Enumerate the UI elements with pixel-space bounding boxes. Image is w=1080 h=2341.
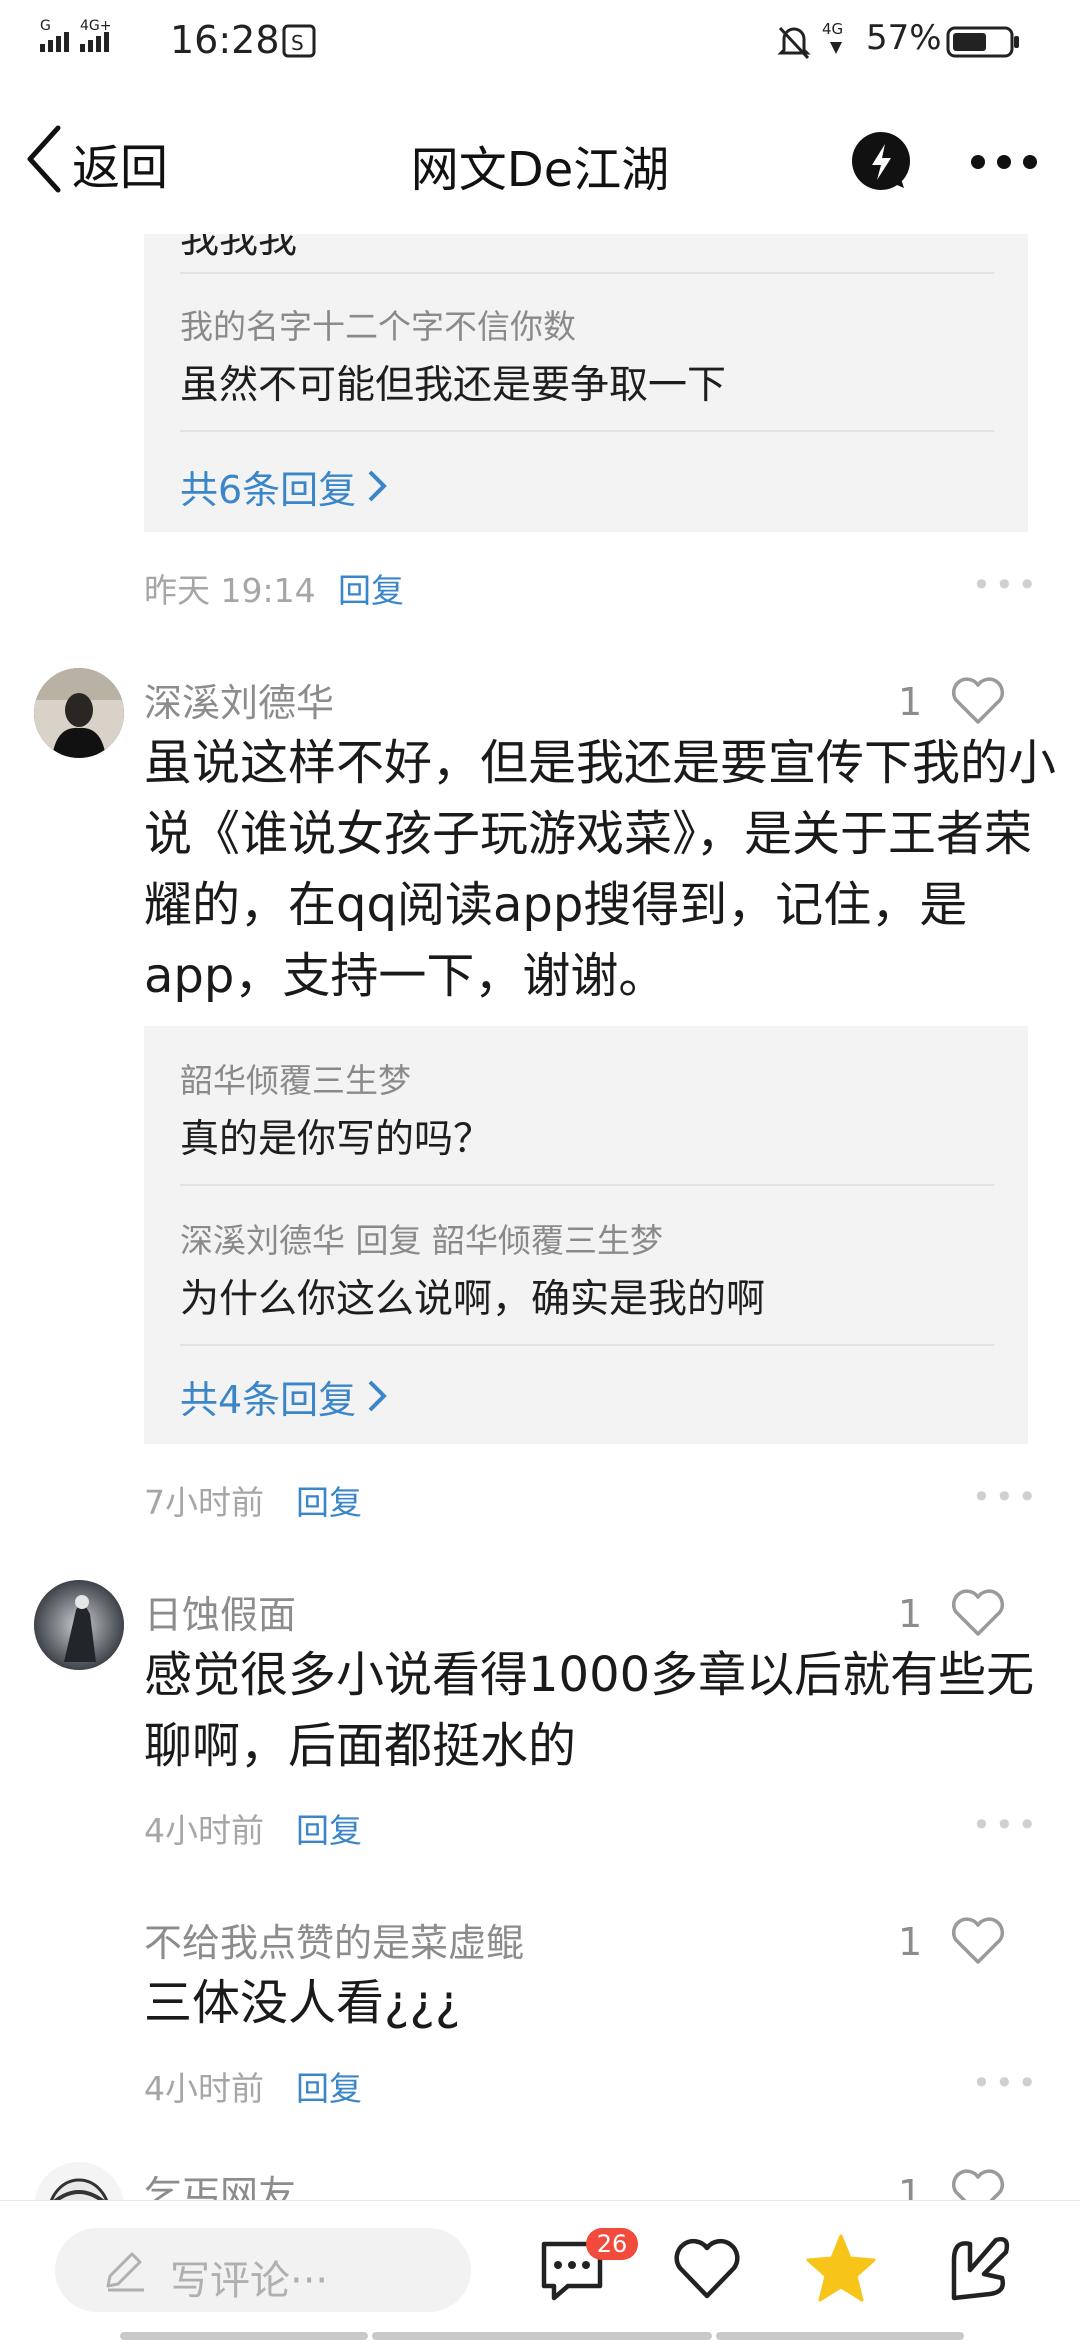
status-time: 16:28 [170, 18, 280, 62]
comment-more-button[interactable]: ••• [972, 2064, 1041, 2102]
gesture-bar [372, 2332, 712, 2340]
comment-time: 昨天 19:14 [144, 571, 316, 610]
reply-box: 韶华倾覆三生梦 真的是你写的吗？ 深溪刘德华 回复 韶华倾覆三生梦 为什么你这么… [144, 1026, 1028, 1444]
svg-text:4G: 4G [822, 20, 843, 38]
mobile-data-icon: 4G [822, 20, 843, 54]
divider [180, 430, 994, 432]
avatar[interactable] [34, 1580, 124, 1670]
more-replies-label: 共6条回复 [180, 467, 357, 512]
more-replies-link[interactable]: 共4条回复 [180, 1368, 388, 1424]
cellular-signal-icon: G 4G+ [40, 18, 112, 52]
pencil-icon [106, 2252, 144, 2292]
divider [180, 1344, 994, 1346]
chevron-right-icon [368, 470, 388, 502]
more-options-button[interactable] [968, 140, 1040, 184]
gesture-bar [716, 2332, 964, 2340]
comment-time: 4小时前 [144, 2069, 264, 2108]
comment-input-placeholder: 写评论··· [170, 2258, 329, 2304]
avatar[interactable] [34, 668, 124, 758]
reply-link[interactable]: 回复 [338, 564, 404, 612]
comment-more-button[interactable]: ••• [972, 1478, 1041, 1516]
chevron-right-icon [368, 1380, 388, 1412]
battery-percent: 57% [866, 18, 942, 58]
back-button[interactable]: 返回 [18, 118, 178, 202]
reply-author[interactable]: 我的名字十二个字不信你数 [180, 300, 576, 348]
status-bar: G 4G+ 16:28 S 4G 57% [0, 0, 1080, 84]
sim-icon: S [282, 24, 316, 58]
divider [180, 1184, 994, 1186]
reply-link[interactable]: 回复 [296, 1476, 362, 1524]
back-label: 返回 [72, 140, 169, 196]
heart-icon [674, 2238, 740, 2299]
divider [180, 272, 994, 274]
comment-author[interactable]: 日蚀假面 [144, 1584, 296, 1639]
comment-text: 三体没人看¿¿¿ [144, 1975, 461, 2031]
reply-author[interactable]: 韶华倾覆三生梦 [180, 1054, 411, 1102]
like-count: 1 [898, 1920, 923, 1964]
back-chevron-icon [27, 125, 61, 193]
reply-link[interactable]: 回复 [296, 1804, 362, 1852]
like-count: 1 [898, 1592, 923, 1636]
comment-author[interactable]: 不给我点赞的是菜虚鲲 [144, 1912, 524, 1967]
gesture-bar [120, 2332, 368, 2340]
mute-bell-icon [777, 26, 811, 60]
reply-author[interactable]: 深溪刘德华 回复 韶华倾覆三生梦 [180, 1214, 663, 1262]
reply-text: 真的是你写的吗？ [180, 1117, 493, 1162]
heart-outline-icon [951, 677, 1005, 724]
more-horizontal-icon [971, 155, 1037, 169]
favorite-button[interactable] [804, 2232, 878, 2308]
comment-author[interactable]: 深溪刘德华 [144, 672, 334, 727]
like-button[interactable] [950, 676, 1006, 730]
like-button[interactable] [950, 1588, 1006, 1642]
more-replies-label: 共4条回复 [180, 1377, 357, 1422]
more-replies-link[interactable]: 共6条回复 [180, 458, 388, 514]
battery-icon [946, 26, 1019, 58]
reply-text: 为什么你这么说啊，确实是我的啊 [180, 1277, 766, 1322]
svg-text:S: S [291, 31, 304, 55]
svg-text:G: G [40, 18, 51, 34]
star-icon [806, 2234, 876, 2302]
comment-time: 7小时前 [144, 1483, 264, 1522]
heart-outline-icon [951, 1917, 1005, 1964]
comment-text: 虽说这样不好，但是我还是要宣传下我的小说《谁说女孩子玩游戏菜》，是关于王者荣耀的… [144, 735, 1057, 1004]
avatar-image [34, 668, 124, 758]
share-button[interactable] [940, 2230, 1014, 2308]
svg-text:4G+: 4G+ [80, 18, 112, 34]
comment-time: 4小时前 [144, 1811, 264, 1850]
comment-text: 感觉很多小说看得1000多章以后就有些无聊啊，后面都挺水的 [144, 1647, 1035, 1774]
reply-text: 虽然不可能但我还是要争取一下 [180, 363, 727, 408]
like-button[interactable] [950, 1916, 1006, 1970]
comment-count-badge: 26 [586, 2228, 638, 2260]
lightning-bubble-icon [852, 132, 910, 190]
avatar-image [34, 1580, 124, 1670]
comment-more-button[interactable]: ••• [972, 566, 1041, 604]
comment-more-button[interactable]: ••• [972, 1806, 1041, 1844]
share-icon [951, 2237, 1010, 2301]
heart-outline-icon [951, 1589, 1005, 1636]
reply-box: 我我我 我的名字十二个字不信你数 虽然不可能但我还是要争取一下 共6条回复 [144, 234, 1028, 532]
like-count: 1 [898, 680, 923, 724]
reply-link[interactable]: 回复 [296, 2062, 362, 2110]
like-article-button[interactable] [672, 2236, 742, 2306]
quick-action-button[interactable] [850, 130, 912, 192]
